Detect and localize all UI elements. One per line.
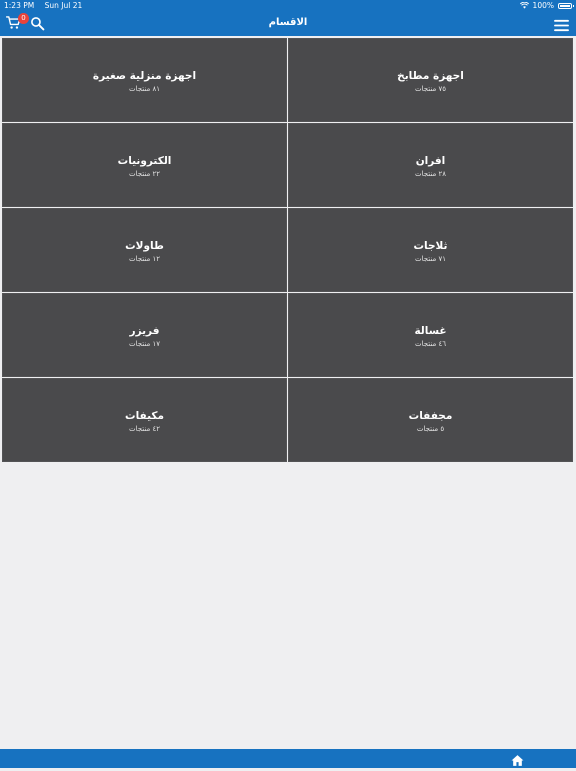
category-tile[interactable]: الكترونيات ٢٢ منتجات (2, 123, 287, 207)
category-name: اجهزة مطابخ (397, 70, 464, 82)
category-name: الكترونيات (117, 155, 172, 167)
category-tile[interactable]: اجهزة مطابخ ٧٥ منتجات (288, 38, 573, 122)
status-left: 1:23 PM Sun Jul 21 (4, 1, 90, 10)
category-tile[interactable]: فريزر ١٧ منتجات (2, 293, 287, 377)
nav-bar: 0 الاقسام (0, 12, 576, 36)
category-tile[interactable]: مكيفات ٤٢ منتجات (2, 378, 287, 462)
category-name: طاولات (125, 240, 164, 252)
category-count: ٥ منتجات (416, 425, 445, 433)
category-tile[interactable]: افران ٢٨ منتجات (288, 123, 573, 207)
category-count: ٢٢ منتجات (129, 170, 160, 178)
home-icon (511, 755, 524, 766)
category-count: ٧١ منتجات (415, 255, 446, 263)
category-name: افران (415, 155, 446, 167)
category-name: غسالة (414, 325, 447, 337)
category-name: مكيفات (125, 410, 164, 422)
wifi-icon (519, 2, 529, 9)
menu-button[interactable] (554, 17, 570, 32)
category-count: ٨١ منتجات (129, 85, 160, 93)
status-date: Sun Jul 21 (44, 1, 83, 10)
category-tile[interactable]: ثلاجات ٧١ منتجات (288, 208, 573, 292)
bottom-bar (0, 749, 576, 768)
category-name: اجهزة منزلية صغيرة (92, 70, 197, 82)
battery-icon (558, 2, 574, 9)
category-tile[interactable]: مجففات ٥ منتجات (288, 378, 573, 462)
home-button[interactable] (511, 752, 524, 766)
category-count: ١٢ منتجات (129, 255, 160, 263)
status-bar: 1:23 PM Sun Jul 21 100% (0, 0, 576, 12)
category-tile[interactable]: اجهزة منزلية صغيرة ٨١ منتجات (2, 38, 287, 122)
category-count: ٤٢ منتجات (129, 425, 160, 433)
hamburger-menu-icon (554, 19, 569, 32)
status-time: 1:23 PM (4, 1, 35, 10)
category-count: ٢٨ منتجات (415, 170, 446, 178)
battery-percentage: 100% (532, 1, 554, 10)
category-name: ثلاجات (413, 240, 448, 252)
category-count: ٧٥ منتجات (415, 85, 446, 93)
category-name: فريزر (129, 325, 160, 337)
category-tile[interactable]: طاولات ١٢ منتجات (2, 208, 287, 292)
category-count: ١٧ منتجات (129, 340, 160, 348)
page-title: الاقسام (268, 17, 308, 28)
category-grid: اجهزة منزلية صغيرة ٨١ منتجات اجهزة مطابخ… (2, 38, 574, 463)
category-tile[interactable]: غسالة ٤٦ منتجات (288, 293, 573, 377)
category-count: ٤٦ منتجات (415, 340, 446, 348)
status-right: 100% (519, 1, 574, 10)
category-name: مجففات (408, 410, 453, 422)
